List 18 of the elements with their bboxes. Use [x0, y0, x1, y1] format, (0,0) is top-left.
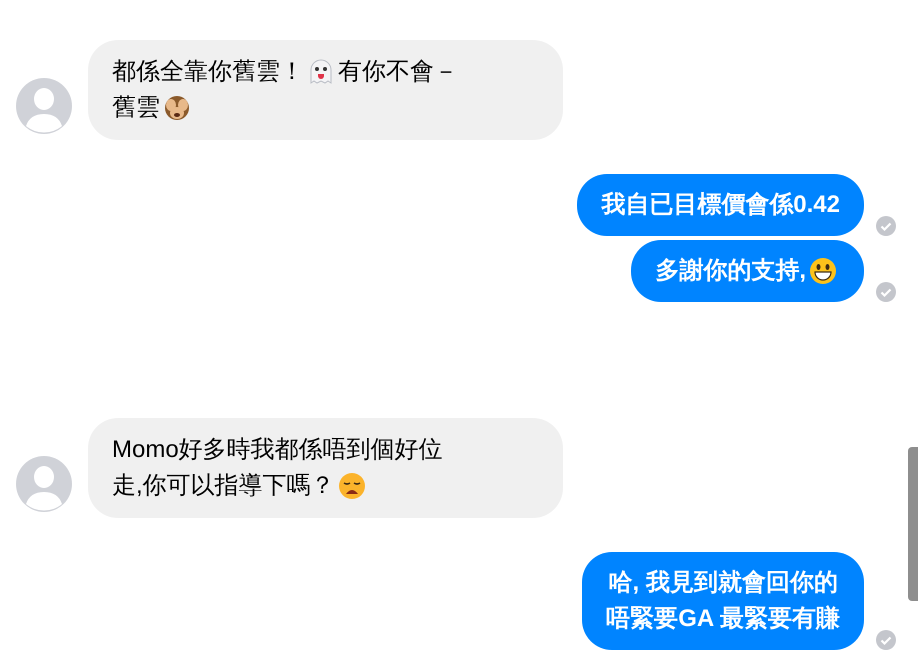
message-text: 多謝你的支持,: [655, 256, 806, 286]
read-receipt-icon: [876, 216, 896, 236]
read-receipt-icon: [876, 630, 896, 650]
message-text: 我自已目標價會係0.42: [601, 190, 840, 220]
message-text: 有你不會－: [338, 57, 458, 87]
scrollbar-thumb[interactable]: [908, 447, 918, 601]
message-text: 唔緊要GA 最緊要有賺: [606, 604, 840, 634]
monkey-icon: [162, 93, 192, 123]
message-text: 都係全靠你舊雲！: [112, 57, 304, 87]
avatar-icon: [16, 456, 72, 512]
message-text: Momo好多時我都係唔到個好位: [112, 435, 443, 465]
weary-face-icon: [336, 471, 367, 501]
message-text: 哈, 我見到就會回你的: [608, 568, 838, 598]
avatar-icon: [16, 78, 72, 134]
read-receipt-icon: [876, 282, 896, 302]
grinning-face-icon: [808, 256, 838, 286]
message-text: 舊雲: [112, 93, 160, 123]
message-text: 走,你可以指導下嗎？: [112, 471, 335, 501]
